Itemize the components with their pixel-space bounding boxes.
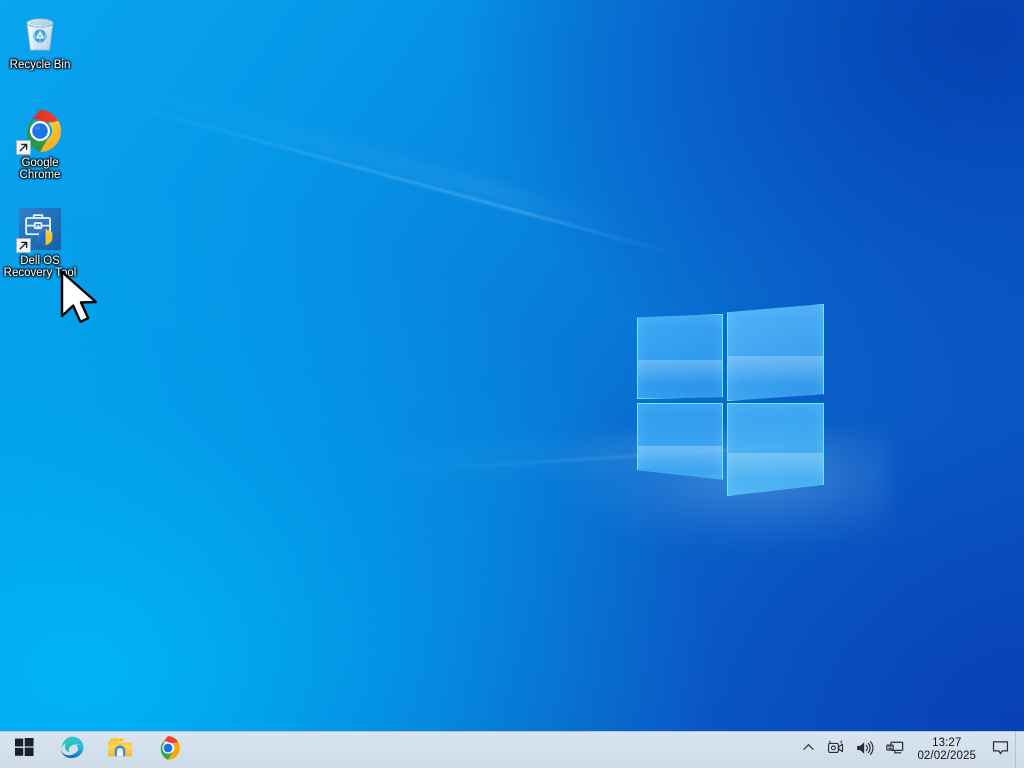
taskbar-item-edge[interactable] <box>48 732 96 768</box>
action-center-button[interactable] <box>985 732 1015 768</box>
dell-os-recovery-icon <box>16 206 63 253</box>
desktop-icon-google-chrome[interactable]: Google Chrome <box>1 108 79 182</box>
desktop-icon-label: Google Chrome <box>19 157 61 182</box>
logo-pane-bottom-right <box>727 403 824 496</box>
network-icon <box>886 740 904 761</box>
taskbar-pinned-area <box>0 732 192 768</box>
taskbar-empty-area[interactable] <box>192 732 796 768</box>
recycle-bin-icon <box>17 10 63 56</box>
show-desktop-button[interactable] <box>1015 731 1022 768</box>
file-explorer-icon <box>107 736 133 765</box>
microsoft-edge-icon <box>59 735 85 766</box>
desktop-icon-dell-os-recovery-tool[interactable]: Dell OS Recovery Tool <box>1 206 79 280</box>
clock-date: 02/02/2025 <box>917 750 976 762</box>
desktop-icon-recycle-bin[interactable]: Recycle Bin <box>1 10 79 71</box>
taskbar-clock[interactable]: 13:27 02/02/2025 <box>910 732 985 768</box>
chevron-up-icon <box>802 741 815 759</box>
clock-time: 13:27 <box>932 737 962 749</box>
tray-show-hidden-icons[interactable] <box>796 732 821 768</box>
tray-camera[interactable] <box>821 732 850 768</box>
shortcut-arrow-icon <box>16 140 31 155</box>
logo-pane-bottom-left <box>637 403 723 480</box>
notification-icon <box>992 740 1009 761</box>
shortcut-arrow-icon <box>16 238 31 253</box>
google-chrome-icon <box>155 735 181 766</box>
start-button[interactable] <box>0 732 48 768</box>
light-ray-upper <box>94 95 684 258</box>
google-chrome-icon <box>16 108 63 155</box>
desktop-wallpaper[interactable]: Recycle Bin Google Chrome Dell OS Recove… <box>0 0 1024 731</box>
logo-pane-top-right <box>727 304 824 401</box>
desktop-icon-label: Dell OS Recovery Tool <box>3 255 77 280</box>
system-tray: 13:27 02/02/2025 <box>796 731 1024 768</box>
tray-network[interactable] <box>880 732 910 768</box>
windows-start-icon <box>14 738 34 762</box>
taskbar[interactable]: 13:27 02/02/2025 <box>0 731 1024 768</box>
light-ray-upper-glow <box>116 80 641 239</box>
taskbar-item-chrome[interactable] <box>144 732 192 768</box>
volume-icon <box>856 740 874 761</box>
logo-pane-top-left <box>637 314 723 399</box>
windows-logo-watermark <box>630 285 830 496</box>
camera-icon <box>827 740 844 761</box>
tray-volume[interactable] <box>850 732 880 768</box>
desktop-icon-label: Recycle Bin <box>9 59 71 71</box>
taskbar-item-file-explorer[interactable] <box>96 732 144 768</box>
